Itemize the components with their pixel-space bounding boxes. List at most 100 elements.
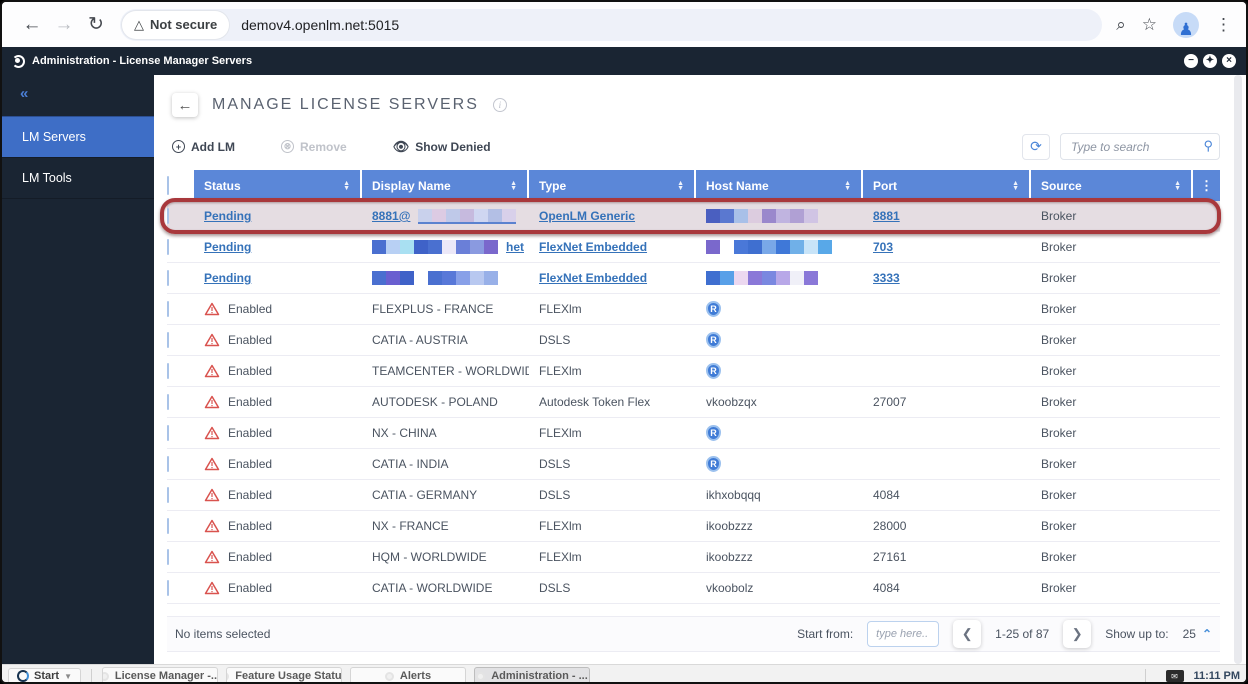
page-size-select[interactable]: 25 ⌃ [1183,627,1212,641]
close-icon[interactable]: × [1222,54,1236,68]
port-value: 4084 [873,581,900,595]
display-name-value: CATIA - WORLDWIDE [372,581,492,595]
port-cell: 27161 [863,550,1031,564]
add-lm-button[interactable]: + Add LM [172,140,235,154]
sidebar-collapse-icon[interactable]: « [2,75,154,116]
mail-icon[interactable]: ✉ [1166,670,1184,682]
row-checkbox[interactable] [167,518,169,534]
chevron-up-icon: ⌃ [1202,627,1212,641]
row-checkbox[interactable] [167,394,169,410]
type-value[interactable]: OpenLM Generic [539,209,635,223]
app-titlebar: Administration - License Manager Servers… [2,47,1246,75]
row-select-cell [167,519,194,533]
taskbar-task-administration[interactable]: Administration - ... [474,667,590,684]
display-name-link[interactable]: het [506,240,524,254]
display-name-link[interactable]: 8881@ [372,209,410,223]
column-header-type[interactable]: Type▲▼ [529,170,694,201]
maximize-icon[interactable]: ✦ [1203,54,1217,68]
table-footer: No items selected Start from: ❮ 1-25 of … [167,616,1220,652]
source-value: Broker [1041,271,1076,285]
profile-avatar[interactable]: ♟ [1173,12,1199,38]
display-name-cell: 8881@ [362,209,529,224]
browser-forward-icon[interactable]: → [48,9,80,41]
taskbar-task-license-manager[interactable]: License Manager -... [102,667,218,684]
warning-icon [204,581,220,595]
security-label: Not secure [150,17,217,32]
type-value: DSLS [539,488,570,502]
browser-menu-icon[interactable]: ⋮ [1215,15,1232,35]
row-select-cell [167,550,194,564]
row-checkbox[interactable] [167,270,169,286]
browser-back-icon[interactable]: ← [16,9,48,41]
port-value[interactable]: 8881 [873,209,900,223]
status-value[interactable]: Pending [204,240,251,254]
info-icon[interactable]: i [493,98,507,112]
show-denied-button[interactable]: 👁 Show Denied [393,139,491,155]
port-value[interactable]: 3333 [873,271,900,285]
source-value: Broker [1041,581,1076,595]
type-value[interactable]: FlexNet Embedded [539,240,647,254]
type-value: FLEXlm [539,302,582,316]
start-button[interactable]: Start ▼ [8,668,81,684]
type-value[interactable]: FlexNet Embedded [539,271,647,285]
port-cell: 4084 [863,488,1031,502]
status-cell: Pending [194,271,362,285]
column-header-source[interactable]: Source▲▼ [1031,170,1191,201]
row-checkbox[interactable] [167,239,169,255]
table-row: EnabledNX - FRANCEFLEXlmikoobzzz28000Bro… [167,511,1220,542]
display-name-value: NX - FRANCE [372,519,449,533]
row-checkbox[interactable] [167,487,169,503]
row-checkbox[interactable] [167,332,169,348]
sidebar-item-lm-tools[interactable]: LM Tools [2,158,154,199]
prev-page-button[interactable]: ❮ [953,620,981,648]
row-checkbox[interactable] [167,549,169,565]
remote-badge-icon: R [706,301,721,317]
main-panel: ← MANAGE LICENSE SERVERS i + Add LM ⊗ Re… [154,75,1246,664]
column-header-status[interactable]: Status▲▼ [194,170,360,201]
column-header-display-name[interactable]: Display Name▲▼ [362,170,527,201]
table-row: EnabledCATIA - AUSTRIADSLSRBroker [167,325,1220,356]
start-from-input[interactable] [867,621,939,647]
minimize-icon[interactable]: − [1184,54,1198,68]
taskbar-task-feature-usage-status[interactable]: Feature Usage Status [226,667,342,684]
row-checkbox[interactable] [167,580,169,596]
taskbar-task-alerts[interactable]: Alerts [350,667,466,684]
address-bar[interactable]: △ Not secure demov4.openlm.net:5015 [120,9,1102,41]
row-checkbox[interactable] [167,363,169,379]
row-checkbox[interactable] [167,208,169,224]
search-input[interactable] [1060,133,1220,160]
browser-refresh-icon[interactable]: ↻ [80,9,112,41]
source-value: Broker [1041,488,1076,502]
status-cell: Enabled [194,302,362,316]
back-button[interactable]: ← [172,93,198,117]
url-text[interactable]: demov4.openlm.net:5015 [241,17,399,33]
zoom-out-icon[interactable]: ⌕ [1116,15,1126,35]
host-name-cell: ikhxobqqq [696,488,863,502]
port-value[interactable]: 703 [873,240,893,254]
remove-button[interactable]: ⊗ Remove [281,140,347,154]
row-checkbox[interactable] [167,301,169,317]
row-checkbox[interactable] [167,425,169,441]
plus-circle-icon: + [172,140,185,153]
column-menu-button[interactable]: ⋮ [1193,170,1220,201]
redacted-host-name [706,209,818,223]
type-value: FLEXlm [539,519,582,533]
source-cell: Broker [1031,488,1193,502]
table-row: EnabledNX - CHINAFLEXlmRBroker [167,418,1220,449]
scrollbar[interactable] [1234,75,1242,664]
select-all-checkbox[interactable] [167,176,169,195]
task-label: Administration - ... [491,670,588,682]
bookmark-star-icon[interactable]: ☆ [1142,15,1157,35]
row-checkbox[interactable] [167,456,169,472]
status-value[interactable]: Pending [204,209,251,223]
host-name-value: ikoobzzz [706,550,753,564]
table-refresh-button[interactable]: ⟳ [1022,134,1050,160]
status-value[interactable]: Pending [204,271,251,285]
next-page-button[interactable]: ❯ [1063,620,1091,648]
security-chip[interactable]: △ Not secure [122,11,229,39]
column-header-port[interactable]: Port▲▼ [863,170,1029,201]
display-name-cell: het [362,240,529,254]
sidebar-item-lm-servers[interactable]: LM Servers [2,116,154,158]
column-header-host-name[interactable]: Host Name▲▼ [696,170,861,201]
warning-icon [204,519,220,533]
